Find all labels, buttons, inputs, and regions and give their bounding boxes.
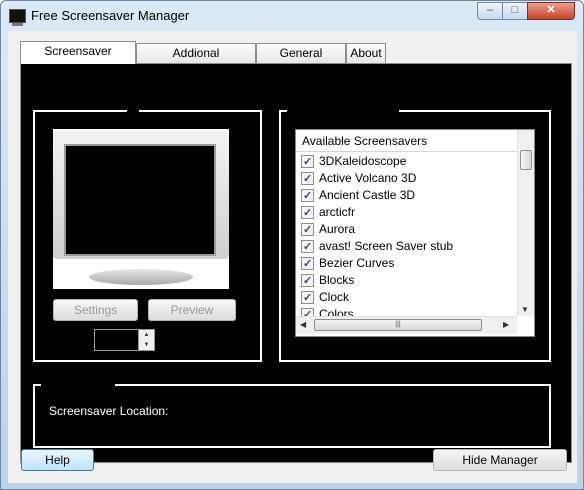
group-caption-gap xyxy=(127,110,139,112)
number-spinner[interactable]: ▲ ▼ xyxy=(94,329,155,351)
list-item[interactable]: Active Volcano 3D xyxy=(296,170,517,188)
app-window: Free Screensaver Manager – □ ✕ Screensav… xyxy=(0,0,584,490)
checkbox[interactable] xyxy=(301,205,314,222)
list-item[interactable]: Ancient Castle 3D xyxy=(296,187,517,205)
list-item[interactable]: Blocks xyxy=(296,272,517,290)
window-title: Free Screensaver Manager xyxy=(31,8,190,23)
tab-label: Screensaver Settings xyxy=(44,44,112,77)
location-group: Screensaver Location: xyxy=(33,384,551,448)
list-item[interactable]: Clock xyxy=(296,289,517,307)
list-item[interactable]: Aurora xyxy=(296,221,517,239)
list-header: Available Screensavers xyxy=(296,130,517,152)
checkbox[interactable] xyxy=(301,239,314,256)
list-item[interactable]: arcticfr xyxy=(296,204,517,222)
screensaver-listbox[interactable]: Available Screensavers 3DKaleidoscope Ac… xyxy=(295,129,535,337)
group-caption-gap xyxy=(287,110,399,112)
help-button[interactable]: Help xyxy=(21,449,94,471)
monitor-icon xyxy=(9,9,26,26)
list-item-label: Ancient Castle 3D xyxy=(319,188,416,202)
tab-label: About xyxy=(350,46,382,60)
scroll-down-arrow-icon[interactable]: ▼ xyxy=(521,305,529,314)
monitor-preview xyxy=(53,129,229,289)
tab-additional-screensavers[interactable]: Addional Screensavers xyxy=(136,43,256,79)
list-item-label: 3DKaleidoscope xyxy=(319,154,407,168)
monitor-bezel xyxy=(53,131,229,259)
list-item[interactable]: avast! Screen Saver stub xyxy=(296,238,517,256)
list-item[interactable]: Bezier Curves xyxy=(296,255,517,273)
spin-down-arrow-icon[interactable]: ▼ xyxy=(138,340,154,350)
preview-button[interactable]: Preview xyxy=(148,299,236,321)
checkbox[interactable] xyxy=(301,188,314,205)
list-item-label: Clock xyxy=(319,290,350,304)
preview-group: Settings Preview ▲ ▼ xyxy=(33,110,262,362)
list-item-label: Blocks xyxy=(319,273,355,287)
checkbox[interactable] xyxy=(301,154,314,171)
checkbox[interactable] xyxy=(301,307,314,316)
list-item[interactable]: Colors xyxy=(296,306,517,316)
settings-button[interactable]: Settings xyxy=(53,299,138,321)
list-item-label: Active Volcano 3D xyxy=(319,171,417,185)
screensaver-location-label: Screensaver Location: xyxy=(49,404,169,418)
list-item[interactable]: 3DKaleidoscope xyxy=(296,153,517,171)
list-body: 3DKaleidoscope Active Volcano 3D Ancient… xyxy=(296,153,517,316)
spin-up-arrow-icon[interactable]: ▲ xyxy=(138,330,154,340)
hide-manager-button[interactable]: Hide Manager xyxy=(433,449,567,471)
checkbox[interactable] xyxy=(301,171,314,188)
scroll-thumb[interactable]: ||| xyxy=(314,319,482,331)
list-item-label: arcticfr xyxy=(319,205,355,219)
list-item-label: Bezier Curves xyxy=(319,256,395,270)
scroll-thumb[interactable] xyxy=(520,150,532,170)
minimize-button[interactable]: – xyxy=(477,2,503,20)
tab-screensaver-settings[interactable]: Screensaver Settings xyxy=(20,41,136,77)
checkbox[interactable] xyxy=(301,290,314,307)
checkbox[interactable] xyxy=(301,222,314,239)
tab-about[interactable]: About xyxy=(346,43,386,63)
monitor-stand xyxy=(89,269,193,285)
horizontal-scrollbar[interactable]: ◀ ||| ▶ xyxy=(296,316,517,334)
vertical-scrollbar[interactable]: ▼ xyxy=(517,130,534,316)
checkbox[interactable] xyxy=(301,273,314,290)
client-area: Screensaver Settings Addional Screensave… xyxy=(8,31,577,483)
screensaver-list-group: Available Screensavers 3DKaleidoscope Ac… xyxy=(279,110,551,362)
preview-screen xyxy=(64,144,216,256)
list-item-label: Aurora xyxy=(319,222,356,236)
tab-panel-screensaver-settings: Settings Preview ▲ ▼ Available Screensav… xyxy=(20,63,572,463)
maximize-button[interactable]: □ xyxy=(502,2,528,20)
scroll-right-arrow-icon[interactable]: ▶ xyxy=(503,320,509,329)
list-item-label: Colors xyxy=(319,307,354,316)
scroll-left-arrow-icon[interactable]: ◀ xyxy=(300,320,306,329)
title-bar[interactable]: Free Screensaver Manager – □ ✕ xyxy=(1,1,583,31)
group-caption-gap xyxy=(41,384,115,386)
tab-general-settings[interactable]: General Settings xyxy=(256,43,346,79)
close-button[interactable]: ✕ xyxy=(527,2,575,20)
list-item-label: avast! Screen Saver stub xyxy=(319,239,454,253)
checkbox[interactable] xyxy=(301,256,314,273)
